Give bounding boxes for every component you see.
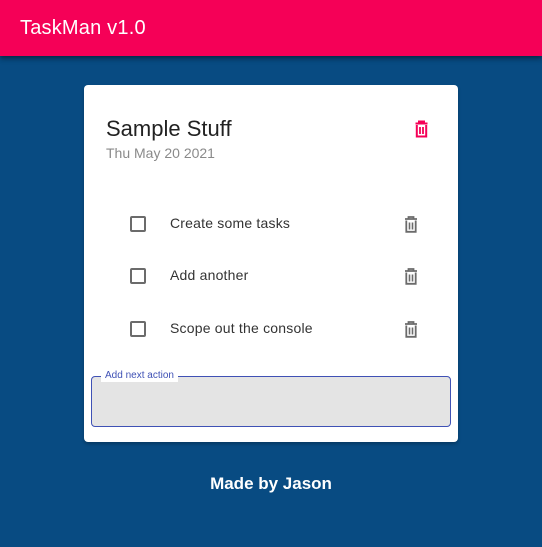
task-list-card: Sample Stuff Thu May 20 2021 Create some… bbox=[84, 85, 458, 442]
next-action-field: Add next action bbox=[91, 370, 451, 427]
task-label: Scope out the console bbox=[170, 320, 313, 336]
task-label: Create some tasks bbox=[170, 215, 291, 231]
next-action-input[interactable] bbox=[92, 377, 450, 426]
task-row: Scope out the console bbox=[84, 309, 458, 349]
task-checkbox[interactable] bbox=[130, 268, 146, 284]
list-title: Sample Stuff bbox=[106, 116, 232, 141]
delete-task-button[interactable] bbox=[402, 319, 420, 339]
task-row: Add another bbox=[84, 256, 458, 296]
footer-credit: Made by Jason bbox=[210, 474, 332, 493]
task-checkbox[interactable] bbox=[130, 321, 146, 337]
trash-icon bbox=[415, 120, 427, 138]
task-row: Create some tasks bbox=[84, 204, 458, 244]
list-date: Thu May 20 2021 bbox=[106, 145, 215, 161]
trash-icon bbox=[405, 267, 417, 285]
task-label: Add another bbox=[170, 267, 249, 283]
delete-list-button[interactable] bbox=[411, 118, 431, 140]
trash-icon bbox=[405, 215, 417, 233]
app-bar: TaskMan v1.0 bbox=[0, 0, 542, 56]
trash-icon bbox=[405, 320, 417, 338]
delete-task-button[interactable] bbox=[402, 266, 420, 286]
delete-task-button[interactable] bbox=[402, 214, 420, 234]
app-title: TaskMan v1.0 bbox=[20, 16, 146, 39]
task-checkbox[interactable] bbox=[130, 216, 146, 232]
